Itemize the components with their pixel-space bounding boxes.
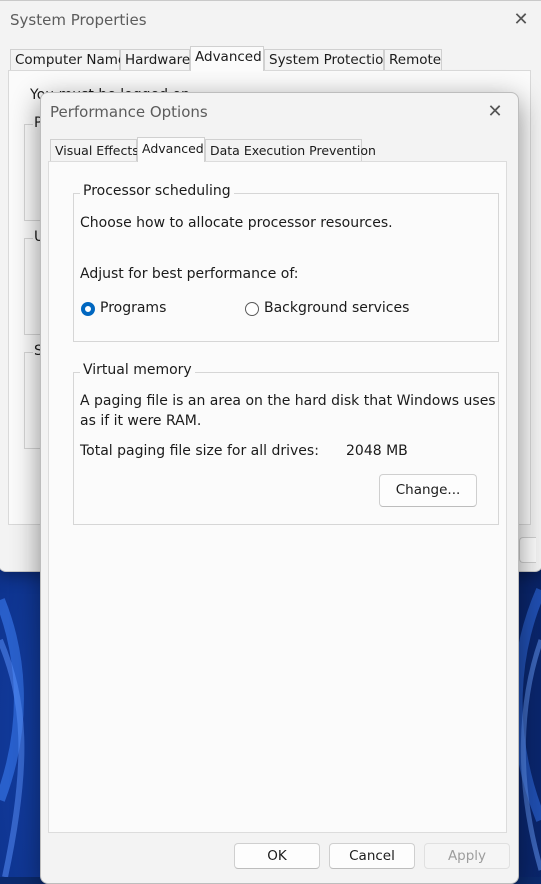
tab-visual-effects[interactable]: Visual Effects [50,139,139,161]
window-title: System Properties [10,11,147,29]
tab-advanced[interactable]: Advanced [137,137,205,162]
paging-file-description-line2: as if it were RAM. [80,413,202,429]
background-services-label[interactable]: Background services [264,300,409,316]
apply-button[interactable]: Apply [424,843,510,869]
tab-system-protection[interactable]: System Protection [264,49,392,70]
tab-advanced[interactable]: Advanced [190,46,264,71]
close-icon[interactable]: ✕ [510,9,532,31]
change-button[interactable]: Change... [379,474,477,507]
ok-button[interactable]: OK [234,843,320,869]
performance-options-dialog: Performance Options ✕ Visual Effects Adv… [40,92,519,884]
tab-data-execution-prevention[interactable]: Data Execution Prevention [205,139,376,161]
background-services-radio[interactable] [245,302,259,316]
partial-button[interactable] [519,537,536,563]
total-paging-label: Total paging file size for all drives: [80,443,319,459]
processor-description: Choose how to allocate processor resourc… [80,215,393,231]
tab-hardware[interactable]: Hardware [120,49,190,70]
programs-radio[interactable] [81,302,95,316]
tab-panel: Processor scheduling Choose how to alloc… [48,161,507,833]
cancel-button[interactable]: Cancel [329,843,415,869]
adjust-label: Adjust for best performance of: [80,266,299,282]
paging-file-description-line1: A paging file is an area on the hard dis… [80,393,496,409]
group-legend: Processor scheduling [80,183,234,199]
close-icon[interactable]: ✕ [484,101,506,123]
tab-remote[interactable]: Remote [384,49,442,70]
total-paging-value: 2048 MB [346,443,408,459]
group-legend: Virtual memory [80,362,195,378]
dialog-title: Performance Options [50,103,208,121]
tab-computer-name[interactable]: Computer Name [10,49,126,70]
programs-label[interactable]: Programs [100,300,166,316]
